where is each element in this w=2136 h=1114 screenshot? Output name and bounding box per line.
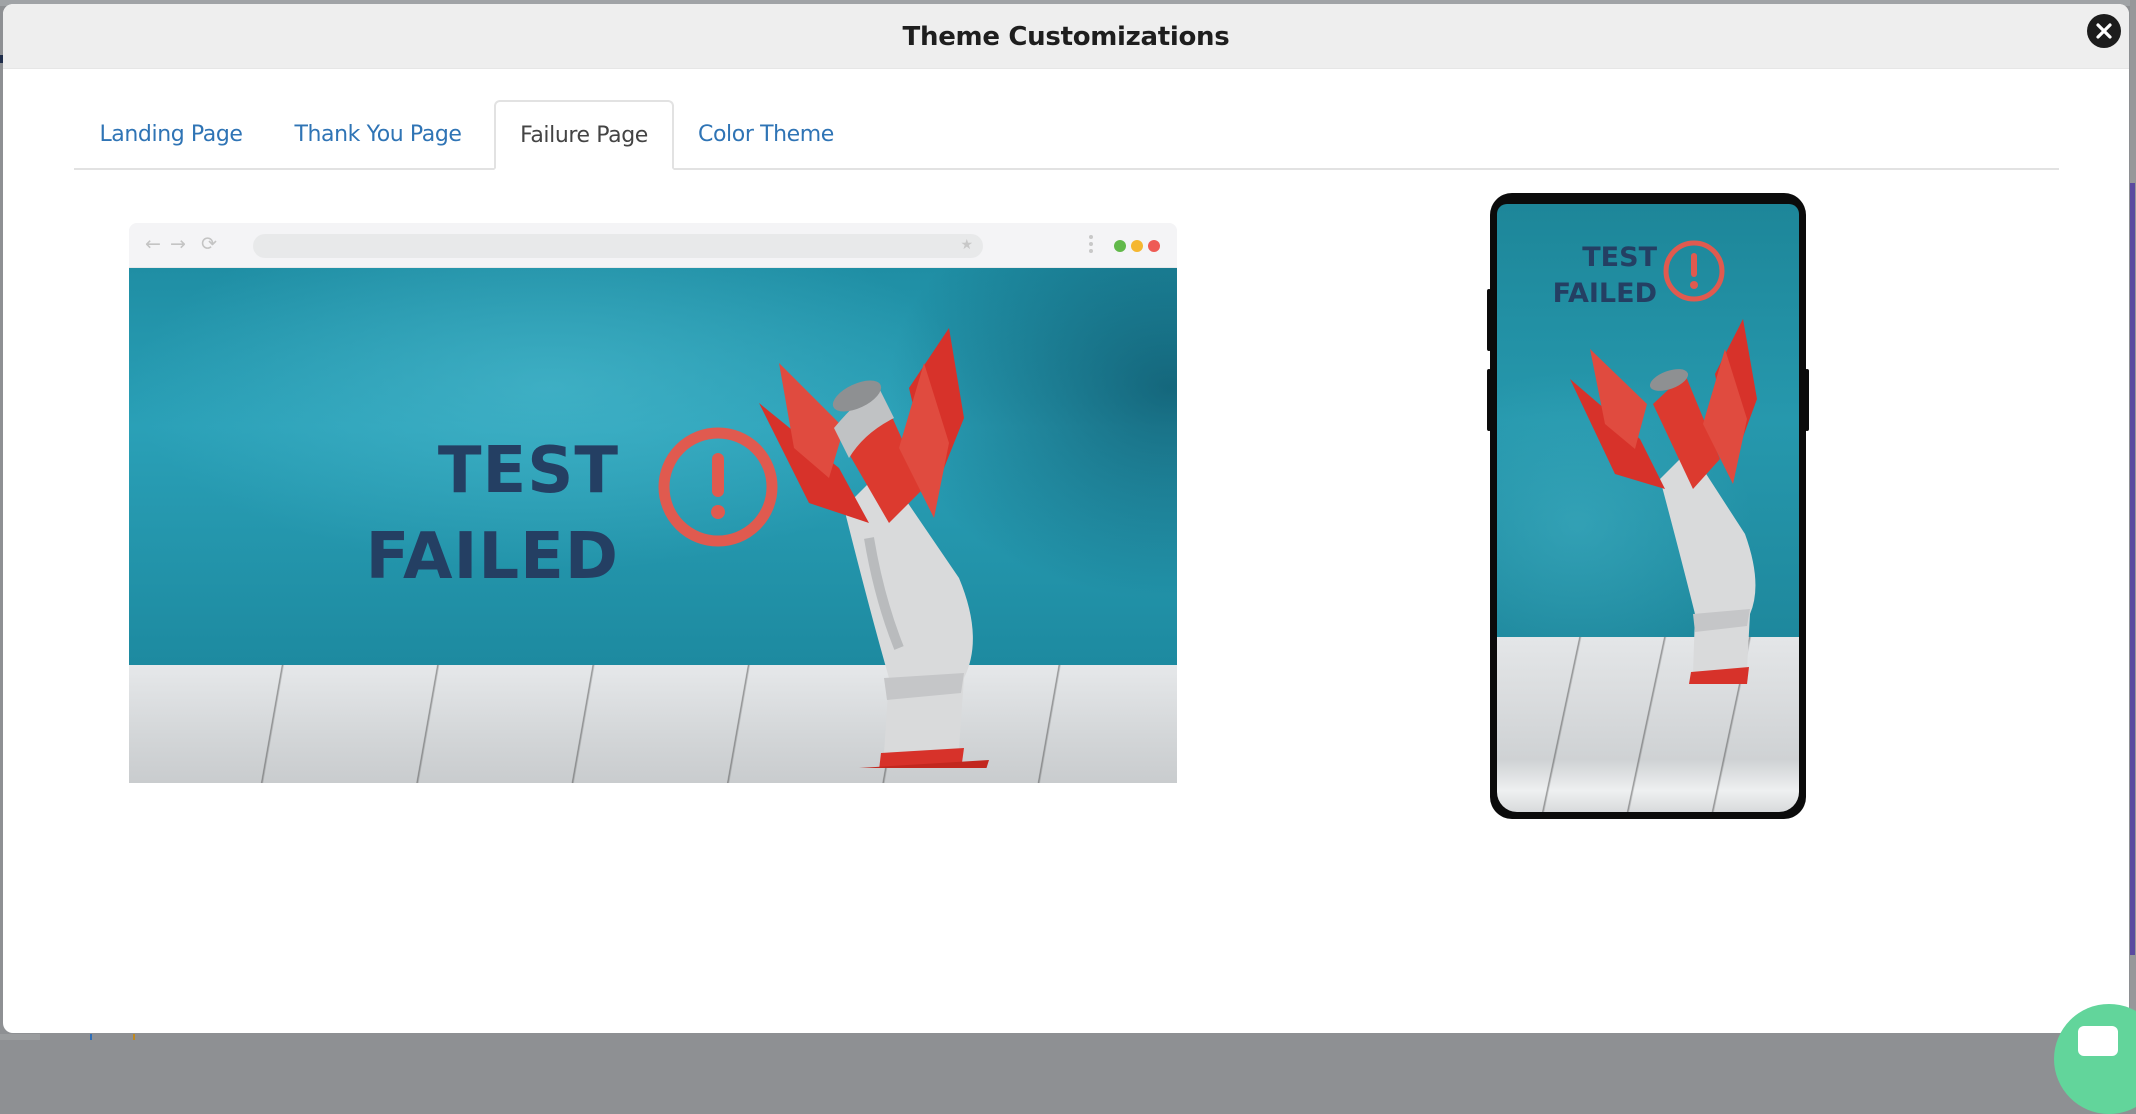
forward-arrow-icon: → xyxy=(170,233,186,255)
close-icon xyxy=(2096,23,2112,39)
chat-icon xyxy=(2078,1026,2118,1056)
mobile-preview: TEST FAILED xyxy=(1490,193,1806,819)
failure-hero-image: TEST FAILED xyxy=(129,268,1177,783)
kebab-menu-icon xyxy=(1089,235,1093,257)
tab-color-theme[interactable]: Color Theme xyxy=(676,100,856,168)
bookmark-star-icon: ★ xyxy=(960,236,973,252)
crashed-rocket-illustration xyxy=(1570,319,1757,684)
modal-title: Theme Customizations xyxy=(902,22,1230,52)
window-dot-green xyxy=(1114,240,1126,252)
headline-line-1: TEST xyxy=(437,434,619,508)
backdrop-element xyxy=(133,1034,135,1040)
browser-toolbar: ← → ⟳ ★ xyxy=(129,223,1177,268)
theme-customizations-modal: Theme Customizations Landing Page Thank … xyxy=(3,4,2129,1033)
crashed-rocket-illustration xyxy=(759,328,989,768)
modal-header: Theme Customizations xyxy=(3,4,2129,69)
backdrop-element xyxy=(0,1034,40,1040)
back-arrow-icon: ← xyxy=(145,233,161,255)
exclamation-circle-icon xyxy=(1663,240,1725,302)
window-dot-red xyxy=(1148,240,1160,252)
phone-screen: TEST FAILED xyxy=(1497,204,1799,812)
window-dot-yellow xyxy=(1131,240,1143,252)
tab-thank-you-page[interactable]: Thank You Page xyxy=(268,100,488,168)
phone-power-button xyxy=(1805,369,1809,431)
phone-volume-down-button xyxy=(1487,369,1491,431)
page-scrollbar-thumb[interactable] xyxy=(2130,183,2135,955)
close-button[interactable] xyxy=(2087,14,2121,48)
address-bar: ★ xyxy=(253,234,983,258)
failure-headline: TEST FAILED xyxy=(366,428,619,600)
tab-failure-page[interactable]: Failure Page xyxy=(494,100,674,170)
mobile-failure-headline: TEST FAILED xyxy=(1517,240,1657,312)
tab-landing-page[interactable]: Landing Page xyxy=(74,100,268,168)
phone-volume-up-button xyxy=(1487,289,1491,351)
backdrop-element xyxy=(90,1034,92,1040)
desktop-preview: ← → ⟳ ★ TEST FAILED xyxy=(129,223,1177,783)
reload-icon: ⟳ xyxy=(201,233,217,255)
tab-bar: Landing Page Thank You Page Failure Page… xyxy=(74,100,2059,170)
headline-line-2: FAILED xyxy=(365,520,619,594)
headline-line-1: TEST xyxy=(1582,242,1657,273)
